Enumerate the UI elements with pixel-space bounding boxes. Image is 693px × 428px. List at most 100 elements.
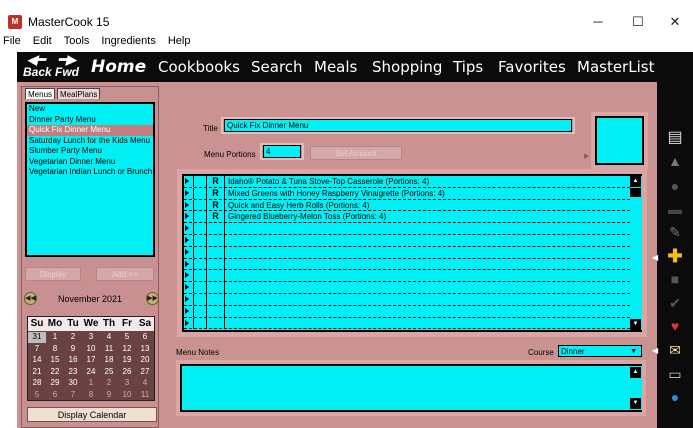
course-select[interactable]: Dinner ▼ xyxy=(558,345,642,357)
recipe-scrollbar[interactable]: ▲ ▼ xyxy=(630,176,642,330)
expand-row-icon[interactable] xyxy=(185,248,189,255)
calendar-day[interactable]: 12 xyxy=(118,344,136,355)
nav-search[interactable]: Search xyxy=(251,52,303,82)
calendar-day[interactable]: 2 xyxy=(100,378,118,389)
menu-edit[interactable]: Edit xyxy=(33,35,52,47)
prev-month-icon[interactable]: ◀◀ xyxy=(24,292,37,305)
row-check-cell[interactable] xyxy=(193,246,207,258)
printer-icon[interactable]: ▭ xyxy=(664,366,686,384)
list-item-selected[interactable]: Quick Fix Dinner Menu xyxy=(27,125,153,136)
calendar-day[interactable]: 31 xyxy=(28,332,46,343)
leaf-icon[interactable]: ● xyxy=(664,178,686,196)
calendar-day[interactable]: 5 xyxy=(118,332,136,343)
notes-textarea[interactable]: ▲ ▼ xyxy=(180,364,642,412)
calendar-day[interactable]: 23 xyxy=(64,367,82,378)
nav-masterlist[interactable]: MasterList xyxy=(577,52,654,82)
recipe-list[interactable]: R Idaho® Potato & Tuna Stove-Top Casserol… xyxy=(182,174,642,332)
calendar-day[interactable]: 5 xyxy=(28,390,46,401)
maximize-button[interactable]: ☐ xyxy=(618,14,658,30)
expand-row-icon[interactable] xyxy=(185,319,189,326)
tab-menus[interactable]: Menus xyxy=(25,88,56,99)
globe-icon[interactable]: ● xyxy=(664,389,686,407)
calendar-day[interactable]: 10 xyxy=(118,390,136,401)
recipe-row[interactable]: R Mixed Greens with Honey Raspberry Vinai… xyxy=(184,187,630,200)
add-icon[interactable]: ✚ xyxy=(664,246,686,266)
nav-home[interactable]: Home xyxy=(91,52,146,82)
flask-icon[interactable]: ▲ xyxy=(664,153,686,171)
list-item[interactable]: Saturday Lunch for the Kids Menu xyxy=(27,136,153,147)
nav-cookbooks[interactable]: Cookbooks xyxy=(158,52,240,82)
calendar-day[interactable]: 11 xyxy=(100,344,118,355)
scroll-down-icon[interactable]: ▼ xyxy=(630,319,641,330)
calendar-day[interactable]: 16 xyxy=(64,355,82,366)
calendar-day[interactable]: 14 xyxy=(28,355,46,366)
recipe-row[interactable] xyxy=(184,223,630,235)
expand-row-icon[interactable] xyxy=(185,260,189,267)
row-check-cell[interactable] xyxy=(193,270,207,282)
scroll-thumb[interactable] xyxy=(630,188,641,197)
recipe-name[interactable]: Gingered Blueberry-Melon Toss (Portions:… xyxy=(228,211,386,222)
row-check-cell[interactable] xyxy=(193,258,207,270)
expand-row-icon[interactable] xyxy=(185,178,189,184)
recipe-row[interactable]: R Gingered Blueberry-Melon Toss (Portions… xyxy=(184,211,630,224)
calendar-day[interactable]: 10 xyxy=(82,344,100,355)
calendar-day[interactable]: 2 xyxy=(64,332,82,343)
calendar-day[interactable]: 20 xyxy=(136,355,154,366)
list-item[interactable]: New xyxy=(27,104,153,115)
calendar-day[interactable]: 7 xyxy=(64,390,82,401)
recipe-row[interactable] xyxy=(184,282,630,294)
expand-row-icon[interactable] xyxy=(185,307,189,314)
menu-help[interactable]: Help xyxy=(168,35,191,47)
calendar-day[interactable]: 1 xyxy=(82,378,100,389)
calendar-day[interactable]: 11 xyxy=(136,390,154,401)
calendar-day[interactable]: 27 xyxy=(136,367,154,378)
calendar-day[interactable]: 8 xyxy=(82,390,100,401)
recipe-row[interactable] xyxy=(184,270,630,283)
expand-arrow-icon[interactable]: ▶ xyxy=(584,152,589,160)
expand-row-icon[interactable] xyxy=(185,237,189,243)
row-check-cell[interactable] xyxy=(193,305,207,317)
recipe-row[interactable]: R Idaho® Potato & Tuna Stove-Top Casserol… xyxy=(184,176,630,188)
calendar-day[interactable]: 3 xyxy=(118,378,136,389)
row-check-cell[interactable] xyxy=(193,235,207,246)
recipe-row[interactable] xyxy=(184,258,630,271)
row-check-cell[interactable] xyxy=(193,317,207,329)
expand-row-icon[interactable] xyxy=(185,284,189,291)
calendar-day[interactable]: 9 xyxy=(64,344,82,355)
row-check-cell[interactable] xyxy=(193,176,207,187)
calendar-day[interactable]: 25 xyxy=(100,367,118,378)
back-button[interactable]: ◀━ Back xyxy=(23,53,52,78)
pen-icon[interactable]: ✎ xyxy=(664,224,686,242)
tab-mealplans[interactable]: MealPlans xyxy=(57,88,101,99)
recipe-row[interactable] xyxy=(184,294,630,306)
expand-row-icon[interactable] xyxy=(185,296,189,302)
notes-scroll-up-icon[interactable]: ▲ xyxy=(630,367,641,378)
close-button[interactable]: ✕ xyxy=(655,14,693,30)
calendar-day[interactable]: 6 xyxy=(46,390,64,401)
row-check-cell[interactable] xyxy=(193,294,207,305)
row-check-cell[interactable] xyxy=(193,211,207,223)
calendar-day[interactable]: 18 xyxy=(100,355,118,366)
recipe-row[interactable] xyxy=(184,246,630,259)
recipe-row[interactable] xyxy=(184,305,630,318)
recipe-name[interactable]: Quick and Easy Herb Rolls (Portions: 4) xyxy=(228,200,369,211)
recipe-row[interactable] xyxy=(184,317,630,330)
recipe-name[interactable]: Idaho® Potato & Tuna Stove-Top Casserole… xyxy=(228,176,429,187)
expand-row-icon[interactable] xyxy=(185,189,189,196)
health-icon[interactable]: ♥ xyxy=(664,318,686,336)
calendar-day[interactable]: 29 xyxy=(46,378,64,389)
portions-input[interactable]: 4 xyxy=(263,145,301,158)
expand-row-icon[interactable] xyxy=(185,213,189,220)
calendar-day[interactable]: 8 xyxy=(46,344,64,355)
menu-file[interactable]: File xyxy=(3,35,21,47)
nav-shopping[interactable]: Shopping xyxy=(372,52,442,82)
list-item[interactable]: Vegetarian Dinner Menu xyxy=(27,157,153,168)
pot-icon[interactable]: ■ xyxy=(664,271,686,289)
calendar-day[interactable]: 15 xyxy=(46,355,64,366)
mail-icon[interactable]: ✉ xyxy=(664,342,686,360)
title-input[interactable]: Quick Fix Dinner Menu xyxy=(224,119,572,132)
menu-list[interactable]: New Dinner Party Menu Quick Fix Dinner M… xyxy=(25,102,155,257)
recipe-name[interactable]: Mixed Greens with Honey Raspberry Vinaig… xyxy=(228,188,445,199)
calendar-day[interactable]: 26 xyxy=(118,367,136,378)
recipe-row[interactable]: R Quick and Easy Herb Rolls (Portions: 4) xyxy=(184,199,630,212)
